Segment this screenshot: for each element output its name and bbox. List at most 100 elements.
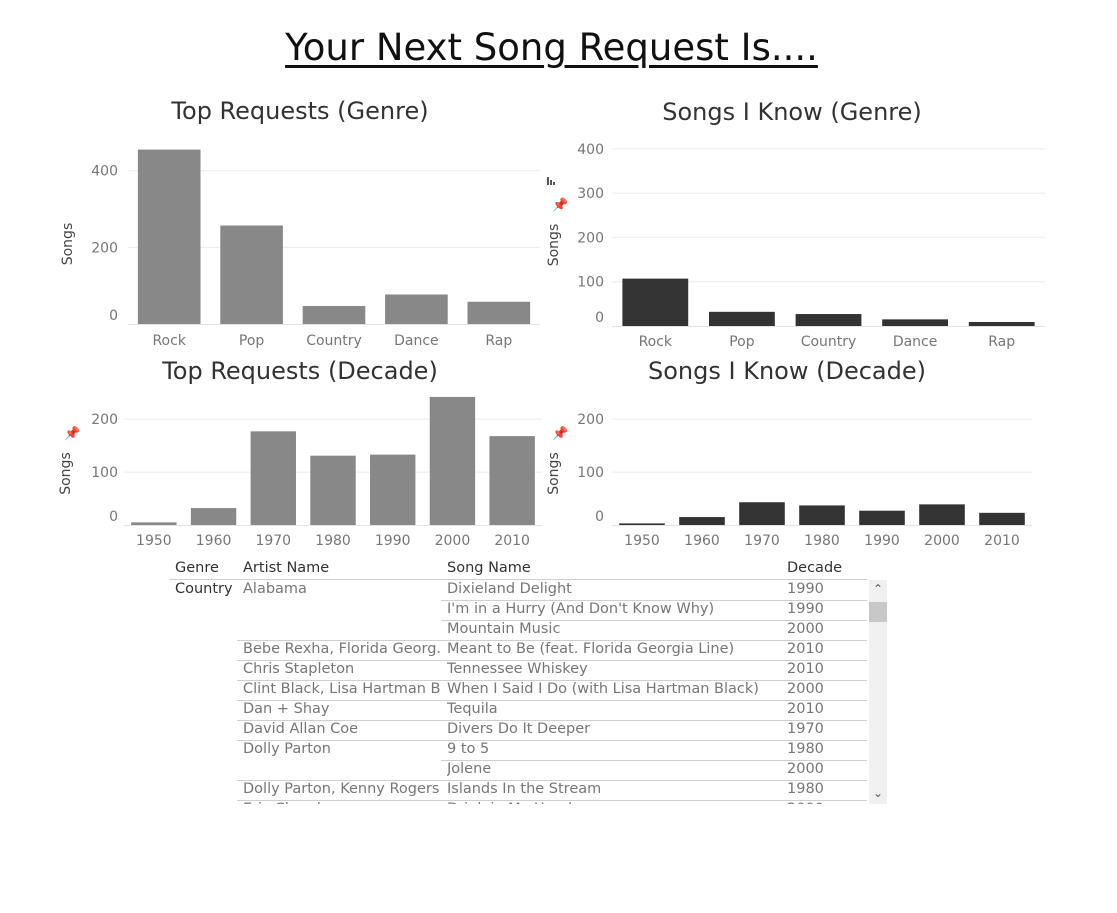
table-row[interactable]: Clint Black, Lisa Hartman B.. When I Said…: [169, 680, 869, 701]
bar: [385, 294, 448, 324]
table-row[interactable]: Eric Church Drink in My Hand 2000: [169, 800, 869, 804]
cell-decade: 2000: [787, 801, 867, 804]
bar: [131, 522, 177, 525]
y-tick-label: 400: [91, 164, 118, 180]
bar: [919, 504, 965, 525]
cell-song: Drink in My Hand: [447, 801, 782, 804]
table-row[interactable]: Jolene 2000: [169, 760, 869, 781]
pin-icon: 📌: [64, 425, 80, 442]
sort-icon: [553, 182, 555, 185]
bar: [619, 523, 665, 525]
table-row[interactable]: Chris Stapleton Tennessee Whiskey 2010: [169, 660, 869, 681]
y-tick-label: 200: [91, 412, 118, 428]
songs-table[interactable]: Genre Artist Name Song Name Decade Count…: [169, 558, 889, 804]
y-axis-label: Songs: [546, 452, 562, 495]
bar: [859, 510, 905, 525]
cell-song: Islands In the Stream: [447, 781, 602, 797]
cell-song: Tennessee Whiskey: [447, 661, 588, 677]
header-genre[interactable]: Genre: [175, 560, 219, 576]
x-tick-label: Rap: [988, 334, 1015, 350]
y-tick-label: 0: [595, 310, 604, 326]
table-row[interactable]: Bebe Rexha, Florida Georg.. Meant to Be (…: [169, 640, 869, 661]
y-tick-label: 0: [595, 509, 604, 525]
cell-decade: 2000: [787, 621, 824, 637]
cell-song: When I Said I Do (with Lisa Hartman Blac…: [447, 681, 759, 697]
cell-song: Jolene: [447, 761, 492, 777]
y-tick-label: 100: [577, 275, 604, 291]
header-song[interactable]: Song Name: [447, 560, 531, 576]
cell-song: I'm in a Hurry (And Don't Know Why): [447, 601, 715, 617]
x-tick-label: 1960: [196, 533, 232, 549]
y-tick-label: 0: [109, 308, 118, 324]
cell-decade: 2000: [787, 681, 824, 697]
y-tick-label: 0: [109, 509, 118, 525]
table-row[interactable]: I'm in a Hurry (And Don't Know Why) 1990: [169, 600, 869, 621]
table-row[interactable]: Dan + Shay Tequila 2010: [169, 700, 869, 721]
y-tick-label: 100: [577, 465, 604, 481]
pin-icon: 📌: [552, 425, 568, 442]
x-tick-label: Pop: [729, 334, 755, 350]
x-tick-label: Pop: [239, 333, 265, 349]
x-tick-label: Dance: [394, 333, 439, 349]
cell-song: Dixieland Delight: [447, 581, 572, 597]
bar: [979, 512, 1025, 525]
cell-artist: Clint Black, Lisa Hartman B..: [243, 681, 441, 697]
cell-decade: 2010: [787, 641, 824, 657]
x-tick-label: 2010: [984, 533, 1020, 549]
y-tick-label: 400: [577, 142, 604, 158]
charts-canvas: 0 200 400 Songs Rock Pop Country Dance Rap 0 100 20…: [58, 142, 1045, 549]
x-tick-label: 1950: [136, 533, 172, 549]
cell-decade: 1980: [787, 741, 824, 757]
bar: [708, 311, 775, 326]
x-tick-label: 1970: [744, 533, 780, 549]
x-tick-label: 1960: [684, 533, 720, 549]
cell-song: Mountain Music: [447, 621, 561, 637]
bar: [137, 149, 201, 324]
x-tick-label: 1990: [864, 533, 900, 549]
cell-artist: David Allan Coe: [243, 721, 359, 737]
sort-icon: [550, 180, 552, 185]
bar: [190, 508, 237, 525]
x-tick-label: 2010: [494, 533, 530, 549]
x-tick-label: 2000: [435, 533, 471, 549]
table-row[interactable]: Dolly Parton, Kenny Rogers Islands In the…: [169, 780, 869, 801]
scrollbar-thumb[interactable]: [869, 602, 887, 622]
pin-icon: 📌: [552, 196, 568, 213]
y-tick-label: 200: [91, 240, 118, 256]
cell-artist: Dolly Parton: [243, 741, 331, 757]
x-tick-label: Rock: [152, 333, 186, 349]
cell-decade: 1980: [787, 781, 824, 797]
cell-decade: 2010: [787, 701, 824, 717]
y-tick-label: 300: [577, 186, 604, 202]
cell-song: 9 to 5: [447, 741, 490, 757]
cell-artist: Dolly Parton, Kenny Rogers: [243, 781, 440, 797]
table-row[interactable]: David Allan Coe Divers Do It Deeper 1970: [169, 720, 869, 741]
chevron-up-icon[interactable]: ⌃: [869, 582, 887, 596]
header-artist[interactable]: Artist Name: [243, 560, 329, 576]
table-row[interactable]: Mountain Music 2000: [169, 620, 869, 641]
x-tick-label: Country: [801, 334, 857, 350]
cell-artist: Dan + Shay: [243, 701, 330, 717]
cell-song: Tequila: [447, 701, 498, 717]
header-decade[interactable]: Decade: [787, 560, 842, 576]
bar: [489, 436, 535, 525]
bar: [968, 322, 1035, 326]
sort-icon: [547, 177, 549, 185]
x-tick-label: 2000: [924, 533, 960, 549]
bar: [882, 319, 949, 326]
table-row[interactable]: Country Alabama Dixieland Delight 1990: [169, 580, 869, 601]
chevron-down-icon[interactable]: ⌄: [869, 786, 887, 800]
cell-genre: Country: [175, 581, 233, 597]
bar: [622, 278, 689, 326]
bar: [370, 454, 416, 525]
cell-artist: Eric Church: [243, 801, 441, 804]
bar: [310, 455, 356, 525]
x-tick-label: 1980: [804, 533, 840, 549]
table-row[interactable]: Dolly Parton 9 to 5 1980: [169, 740, 869, 761]
x-tick-label: Rap: [485, 333, 512, 349]
x-tick-label: Dance: [893, 334, 938, 350]
cell-artist: Bebe Rexha, Florida Georg..: [243, 641, 441, 657]
cell-song: Divers Do It Deeper: [447, 721, 591, 737]
bar: [220, 225, 283, 324]
y-tick-label: 200: [577, 412, 604, 428]
